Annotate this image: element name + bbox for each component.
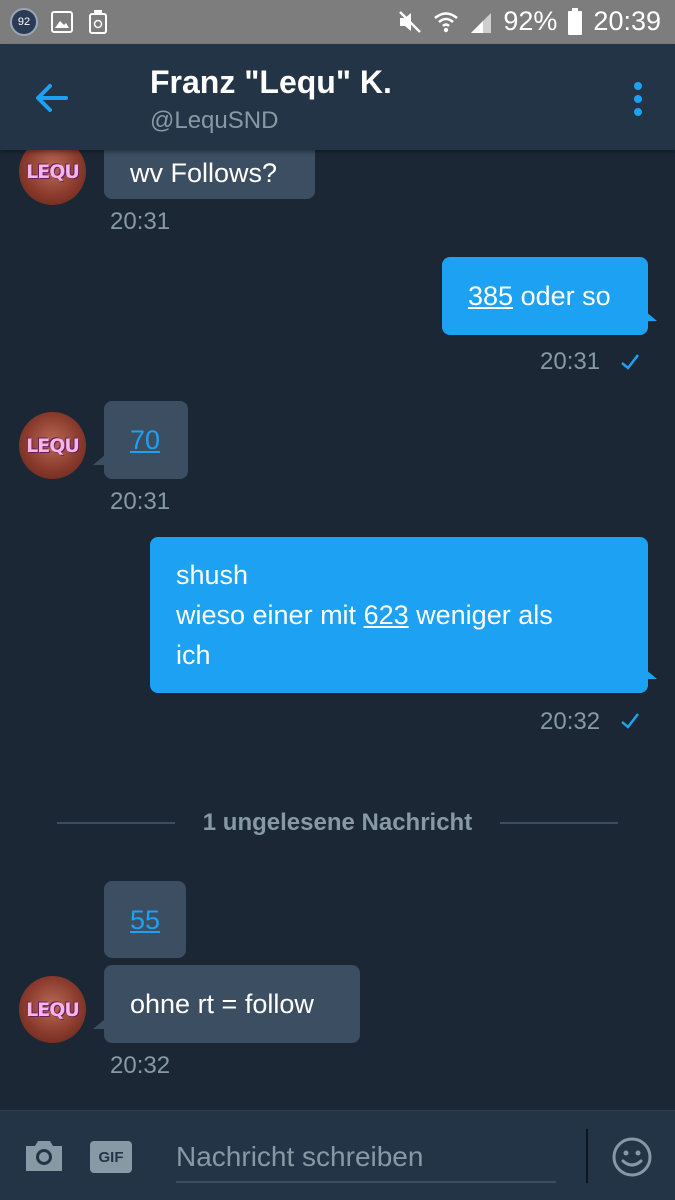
message-composer: GIF <box>0 1110 675 1200</box>
divider-line <box>500 822 618 824</box>
message-bubble-incoming[interactable]: 55 <box>104 881 186 958</box>
message-list[interactable]: LEQU wv Follows? 20:31 385 oder so 20:31… <box>0 150 675 1110</box>
divider-line <box>57 822 175 824</box>
message-text: weniger als <box>408 600 553 630</box>
camera-button[interactable] <box>22 1138 66 1174</box>
message-bubble-outgoing[interactable]: 385 oder so <box>442 257 648 335</box>
gallery-icon <box>50 9 74 35</box>
signal-icon <box>471 12 492 33</box>
conversation-header: Franz "Lequ" K. @LequSND <box>0 44 675 150</box>
more-dot-icon <box>634 95 642 103</box>
status-bar-right: 92% 20:39 <box>397 6 661 37</box>
read-check-icon <box>621 354 639 370</box>
message-text: wv Follows? <box>130 157 278 188</box>
bubble-tail <box>645 311 657 321</box>
number-link[interactable]: 55 <box>130 900 160 940</box>
message-time: 20:32 <box>540 708 601 735</box>
back-arrow-icon <box>36 84 68 112</box>
avatar-logo: LEQU <box>26 160 80 183</box>
message-time: 20:31 <box>110 488 171 515</box>
more-options-button[interactable] <box>631 82 645 116</box>
avatar-logo: LEQU <box>26 434 80 457</box>
notification-badge-count: 92 <box>17 16 31 28</box>
message-text: wieso einer mit <box>176 600 364 630</box>
emoji-button[interactable] <box>611 1136 653 1178</box>
message-bubble-incoming[interactable]: ohne rt = follow <box>104 965 360 1043</box>
more-dot-icon <box>634 82 642 90</box>
bubble-tail <box>645 669 657 679</box>
message-time: 20:31 <box>110 208 171 235</box>
message-bubble-outgoing[interactable]: shush wieso einer mit 623 weniger als ic… <box>150 537 648 693</box>
message-line-3: ich <box>176 640 211 670</box>
bubble-tail <box>93 455 105 465</box>
clock: 20:39 <box>593 6 661 36</box>
battery-icon <box>568 7 583 35</box>
message-time: 20:32 <box>110 1052 171 1079</box>
message-input[interactable] <box>176 1133 556 1183</box>
message-bubble-incoming[interactable]: wv Follows? <box>104 150 315 199</box>
message-text-rest: oder so <box>513 281 611 311</box>
gif-button[interactable]: GIF <box>90 1141 132 1173</box>
back-button[interactable] <box>30 78 74 118</box>
avatar-logo: LEQU <box>26 998 80 1021</box>
message-text: 385 oder so <box>468 276 611 316</box>
unread-divider: 1 ungelesene Nachricht <box>57 808 618 838</box>
number-link[interactable]: 385 <box>468 281 513 311</box>
smiley-icon <box>612 1137 652 1177</box>
recycle-icon <box>86 9 110 35</box>
composer-separator <box>586 1129 588 1183</box>
number-link[interactable]: 623 <box>364 600 409 630</box>
avatar[interactable]: LEQU <box>19 976 86 1043</box>
status-bar: 92 92% 20:39 <box>0 0 675 44</box>
notification-badge-icon: 92 <box>10 8 38 36</box>
status-bar-left: 92 <box>10 8 110 36</box>
wifi-icon <box>434 11 459 32</box>
more-dot-icon <box>634 108 642 116</box>
avatar[interactable]: LEQU <box>19 150 86 205</box>
message-text: ohne rt = follow <box>130 989 314 1019</box>
message-bubble-incoming[interactable]: 70 <box>104 401 188 479</box>
avatar[interactable]: LEQU <box>19 412 86 479</box>
camera-icon <box>26 1141 62 1171</box>
read-check-icon <box>621 713 639 729</box>
unread-label: 1 ungelesene Nachricht <box>202 809 473 836</box>
bubble-tail <box>93 1019 105 1029</box>
message-line-1: shush <box>176 560 249 590</box>
mute-icon <box>399 10 422 33</box>
message-line-2: wieso einer mit 623 weniger als <box>176 595 553 635</box>
battery-percent: 92% <box>503 6 558 36</box>
message-time: 20:31 <box>540 348 601 375</box>
contact-name[interactable]: Franz "Lequ" K. <box>150 64 392 101</box>
contact-handle[interactable]: @LequSND <box>150 107 278 135</box>
number-link[interactable]: 70 <box>130 420 160 460</box>
